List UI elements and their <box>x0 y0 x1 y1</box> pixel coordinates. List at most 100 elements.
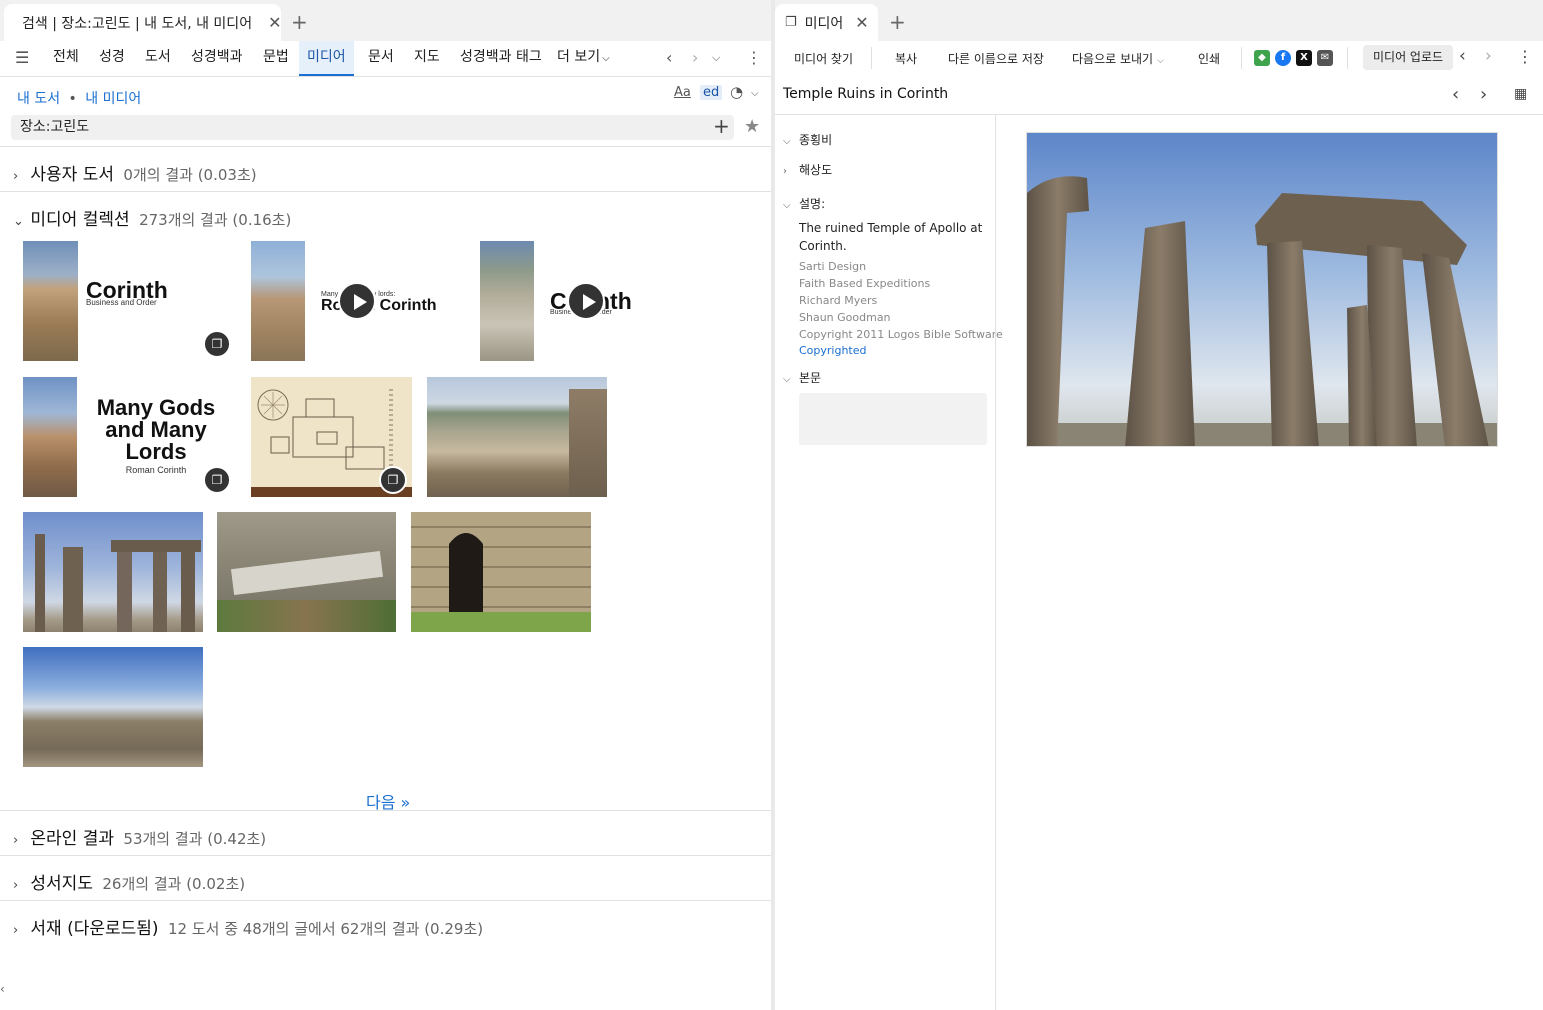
chevron-right-icon: › <box>783 166 787 177</box>
nav-grammar[interactable]: 문법 <box>263 41 289 76</box>
section-user-books[interactable]: › 사용자 도서 0개의 결과 (0.03초) <box>13 160 257 185</box>
nav-bible[interactable]: 성경 <box>99 41 125 76</box>
search-tab-title: 검색 | 장소:고린도 | 내 도서, 내 미디어 <box>22 15 253 32</box>
thumb-subtitle: Roman Corinth <box>125 465 187 475</box>
play-icon[interactable] <box>338 282 376 320</box>
nav-all[interactable]: 전체 <box>53 41 79 76</box>
close-icon[interactable]: ✕ <box>268 13 281 32</box>
media-thumb-landscape[interactable] <box>427 377 607 497</box>
forward-icon[interactable]: › <box>1485 46 1492 66</box>
media-thumb-site-plan[interactable]: ❐ <box>251 377 412 497</box>
credit-line: Shaun Goodman <box>799 311 891 324</box>
more-options-icon[interactable]: ⋮ <box>1517 47 1533 66</box>
rights-link[interactable]: Copyrighted <box>799 344 867 357</box>
media-panel: ❐ 미디어 ✕ + 미디어 찾기 복사 다른 이름으로 저장 다음으로 보내기 ⌵… <box>775 0 1543 1010</box>
logos-share-icon[interactable]: ◆ <box>1254 50 1270 66</box>
prop-resolution[interactable]: › 해상도 <box>783 161 832 178</box>
breadcrumb-my-media[interactable]: 내 미디어 <box>85 91 141 107</box>
print-button[interactable]: 인쇄 <box>1198 50 1220 67</box>
nav-documents[interactable]: 문서 <box>368 41 394 76</box>
divider <box>0 855 771 856</box>
display-options-icon[interactable]: ◔ <box>730 83 743 101</box>
chevron-right-icon: › <box>13 833 19 848</box>
ground-plants <box>217 600 396 632</box>
section-meta: 0개의 결과 (0.03초) <box>123 166 257 184</box>
add-query-icon[interactable]: + <box>713 114 730 138</box>
media-tab[interactable]: ❐ 미디어 ✕ <box>775 4 878 41</box>
section-title: 성서지도 <box>30 874 93 894</box>
prop-aspect-ratio[interactable]: ⌵ 종횡비 <box>783 131 832 148</box>
menu-icon[interactable]: ☰ <box>15 48 29 67</box>
search-input[interactable]: 장소:고린도 <box>11 115 734 140</box>
back-icon[interactable]: ‹ <box>666 48 672 67</box>
divider <box>775 114 1543 115</box>
section-bible-atlas[interactable]: › 성서지도 26개의 결과 (0.02초) <box>13 869 245 894</box>
divider <box>0 900 771 901</box>
stone-doorway-image <box>411 512 591 632</box>
section-library-downloaded[interactable]: › 서재 (다운로드됨) 12 도서 중 48개의 글에서 62개의 결과 (0… <box>13 914 483 939</box>
body-text-box <box>799 393 987 445</box>
stone-slab <box>230 550 384 596</box>
chevron-right-icon: › <box>13 169 19 184</box>
star-icon[interactable]: ★ <box>744 116 760 137</box>
next-media-icon[interactable]: › <box>1480 84 1487 105</box>
close-icon[interactable]: ✕ <box>855 13 868 32</box>
save-as-button[interactable]: 다른 이름으로 저장 <box>948 50 1044 67</box>
media-thumb-stone-doorway[interactable] <box>411 512 591 632</box>
media-thumb-corinth-business[interactable]: Corinth Business and Order ❐ <box>23 241 236 361</box>
add-tab-icon[interactable]: + <box>889 10 906 34</box>
media-thumb-temple-ruins[interactable] <box>23 512 203 632</box>
forward-icon[interactable]: › <box>692 48 698 67</box>
cover-image <box>251 241 305 361</box>
previous-media-icon[interactable]: ‹ <box>1452 84 1459 105</box>
media-thumb-inscription[interactable] <box>217 512 396 632</box>
breadcrumb: 내 도서 • 내 미디어 <box>17 88 141 108</box>
nav-media[interactable]: 미디어 <box>299 41 354 76</box>
nav-encyclopedia[interactable]: 성경백과 <box>191 41 243 76</box>
thumb-title-line: Lords <box>125 439 187 464</box>
prop-body-text[interactable]: ⌵ 본문 <box>783 369 821 386</box>
chevron-right-icon: › <box>13 878 19 893</box>
send-to-label: 다음으로 보내기 <box>1072 52 1154 66</box>
prop-description[interactable]: ⌵ 설명: <box>783 195 825 212</box>
nav-books[interactable]: 도서 <box>145 41 171 76</box>
more-options-icon[interactable]: ⋮ <box>746 48 762 67</box>
breadcrumb-my-books[interactable]: 내 도서 <box>17 91 60 107</box>
collapse-icon[interactable]: ‹ <box>0 982 5 996</box>
toolbar-separator <box>1241 47 1242 69</box>
cover-image <box>480 241 534 361</box>
font-size-button[interactable]: Aa <box>674 85 691 100</box>
temple-ruins-image <box>35 534 201 632</box>
find-media-button[interactable]: 미디어 찾기 <box>794 50 853 67</box>
media-thumb-many-gods[interactable]: Many Gods and Many Lords Roman Corinth ❐ <box>23 377 236 497</box>
media-thumb-wall-panorama[interactable] <box>23 647 203 767</box>
gallery-icon: ❐ <box>203 330 231 358</box>
back-icon[interactable]: ‹ <box>1459 46 1466 66</box>
facebook-icon[interactable]: f <box>1275 50 1291 66</box>
prop-label: 본문 <box>799 371 822 385</box>
send-to-button[interactable]: 다음으로 보내기 ⌵ <box>1072 50 1164 67</box>
search-tab[interactable]: 검색 | 장소:고린도 | 내 도서, 내 미디어 ✕ <box>4 4 281 41</box>
play-icon[interactable] <box>567 282 605 320</box>
section-media-collection[interactable]: ⌄ 미디어 컬렉션 273개의 결과 (0.16초) <box>13 205 291 230</box>
credit-line: Richard Myers <box>799 294 878 307</box>
add-tab-icon[interactable]: + <box>291 10 308 34</box>
media-preview-image[interactable] <box>1026 132 1498 447</box>
nav-more-label: 더 보기 <box>557 49 601 65</box>
email-icon[interactable]: ✉ <box>1317 50 1333 66</box>
ed-button[interactable]: ed <box>700 85 723 100</box>
media-title: Temple Ruins in Corinth <box>783 86 949 102</box>
nav-maps[interactable]: 지도 <box>414 41 440 76</box>
media-thumb-roman-corinth-video[interactable]: Many gods, many lords: Roman Corinth <box>251 241 464 361</box>
temple-of-apollo-image <box>1027 133 1497 446</box>
grid-view-icon[interactable]: ▦ <box>1514 86 1527 102</box>
media-thumb-corinth-video[interactable]: Corinth Business and Order <box>480 241 693 361</box>
upload-media-button[interactable]: 미디어 업로드 <box>1363 45 1454 70</box>
copy-button[interactable]: 복사 <box>895 50 917 67</box>
nav-more[interactable]: 더 보기 ⌵ <box>557 41 610 76</box>
section-online-results[interactable]: › 온라인 결과 53개의 결과 (0.42초) <box>13 824 266 849</box>
nav-encyclopedia-tags[interactable]: 성경백과 태그 <box>460 41 542 76</box>
chevron-down-icon[interactable]: ⌵ <box>751 88 759 99</box>
history-chevron-icon[interactable]: ⌵ <box>712 51 720 65</box>
x-icon[interactable]: X <box>1296 50 1312 66</box>
